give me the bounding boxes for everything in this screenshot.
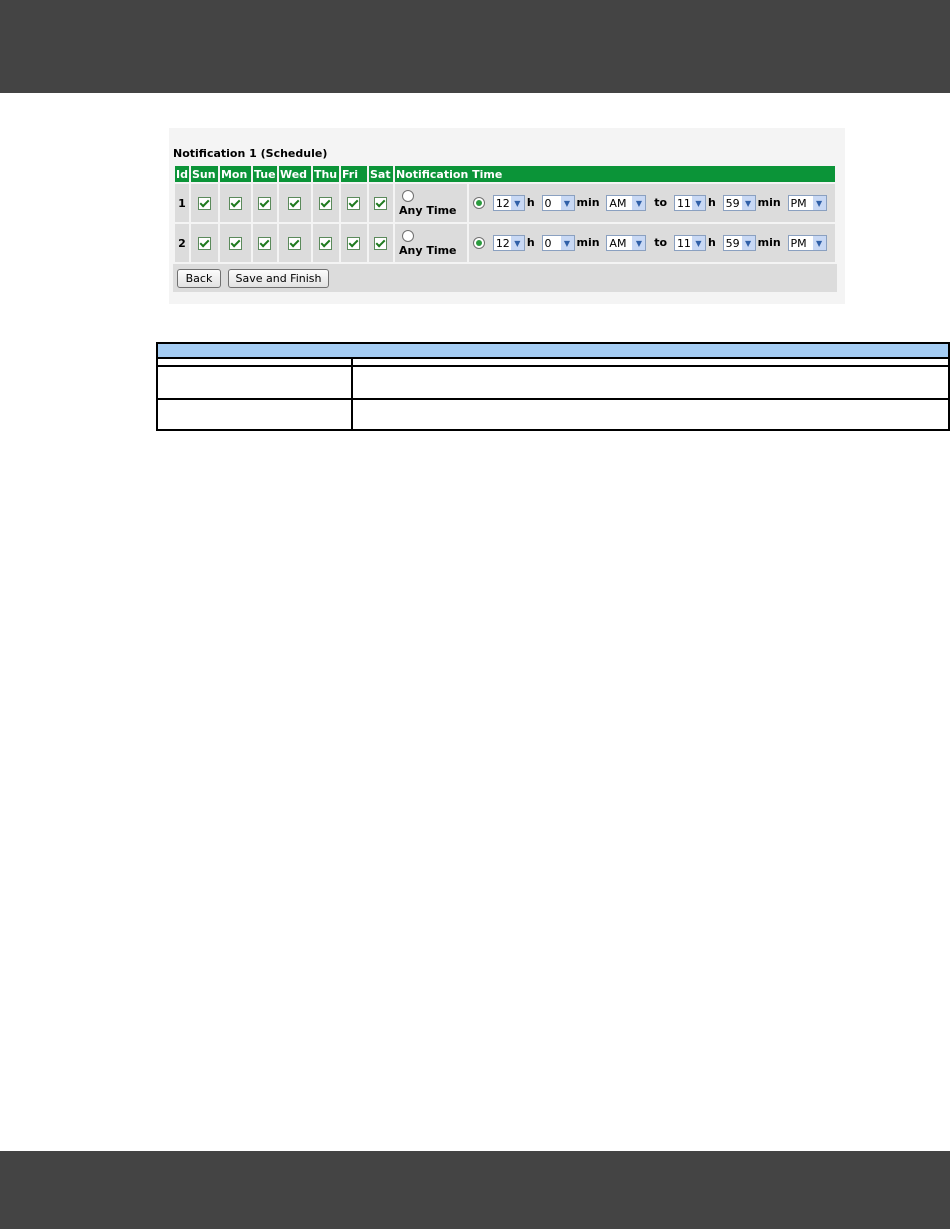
checkbox-fri[interactable] (347, 196, 361, 210)
col-id: Id (175, 166, 189, 182)
chevron-down-icon: ▼ (812, 196, 826, 210)
page-footer-bar (0, 1151, 950, 1229)
chevron-down-icon: ▼ (560, 196, 574, 210)
checkbox-mon[interactable] (228, 196, 242, 210)
any-time-label: Any Time (398, 243, 457, 257)
reference-cell (156, 357, 353, 367)
checkbox-wed[interactable] (288, 196, 302, 210)
checkbox-wed[interactable] (288, 236, 302, 250)
col-notification-time: Notification Time (394, 166, 835, 182)
page-header-bar (0, 0, 950, 93)
chevron-down-icon: ▼ (632, 196, 646, 210)
col-fri: Fri (340, 166, 367, 182)
checkbox-thu[interactable] (319, 236, 333, 250)
reference-cell (156, 398, 353, 431)
chevron-down-icon: ▼ (741, 196, 755, 210)
reference-table (156, 342, 950, 431)
checkbox-mon[interactable] (228, 236, 242, 250)
any-time-radio[interactable] (401, 189, 414, 202)
col-sat: Sat (368, 166, 393, 182)
chevron-down-icon: ▼ (632, 236, 646, 250)
reference-cell (351, 357, 950, 367)
schedule-panel: Notification 1 (Schedule) Id Sun Mon Tue… (169, 128, 845, 304)
reference-cell (351, 365, 950, 400)
chevron-down-icon: ▼ (691, 236, 705, 250)
end-ampm-select[interactable]: PM ▼ (787, 195, 827, 211)
checkbox-thu[interactable] (319, 196, 333, 210)
button-bar: Back Save and Finish (173, 264, 837, 292)
checkbox-sat[interactable] (374, 236, 388, 250)
chevron-down-icon: ▼ (510, 196, 524, 210)
end-hour-select[interactable]: 11 ▼ (673, 235, 706, 251)
start-ampm-select[interactable]: AM ▼ (606, 195, 647, 211)
chevron-down-icon: ▼ (691, 196, 705, 210)
col-mon: Mon (219, 166, 251, 182)
start-hour-select[interactable]: 12 ▼ (492, 195, 525, 211)
chevron-down-icon: ▼ (812, 236, 826, 250)
chevron-down-icon: ▼ (560, 236, 574, 250)
end-minute-select[interactable]: 59 ▼ (722, 195, 756, 211)
schedule-table: Id Sun Mon Tue Wed Thu Fri Sat Notificat… (173, 166, 837, 262)
start-minute-select[interactable]: 0 ▼ (541, 235, 575, 251)
panel-title: Notification 1 (Schedule) (173, 147, 328, 160)
checkbox-fri[interactable] (347, 236, 361, 250)
row-id: 2 (175, 222, 189, 262)
header-row: Id Sun Mon Tue Wed Thu Fri Sat Notificat… (175, 166, 835, 182)
end-hour-select[interactable]: 11 ▼ (673, 195, 706, 211)
chevron-down-icon: ▼ (741, 236, 755, 250)
checkbox-sun[interactable] (197, 196, 211, 210)
checkbox-tue[interactable] (258, 196, 272, 210)
reference-cell (351, 398, 950, 431)
col-thu: Thu (312, 166, 339, 182)
any-time-radio[interactable] (401, 229, 414, 242)
checkbox-sat[interactable] (374, 196, 388, 210)
start-hour-select[interactable]: 12 ▼ (492, 235, 525, 251)
chevron-down-icon: ▼ (510, 236, 524, 250)
start-minute-select[interactable]: 0 ▼ (541, 195, 575, 211)
any-time-label: Any Time (398, 203, 457, 217)
col-wed: Wed (278, 166, 311, 182)
end-minute-select[interactable]: 59 ▼ (722, 235, 756, 251)
reference-table-header (156, 342, 950, 359)
end-ampm-select[interactable]: PM ▼ (787, 235, 827, 251)
schedule-row-1: 1 Any Time 12 ▼ h 0 ▼ min AM ▼ to 11 ▼ h… (175, 182, 835, 222)
checkbox-sun[interactable] (197, 236, 211, 250)
save-and-finish-button[interactable]: Save and Finish (228, 269, 329, 288)
col-tue: Tue (252, 166, 277, 182)
start-ampm-select[interactable]: AM ▼ (606, 235, 647, 251)
checkbox-tue[interactable] (258, 236, 272, 250)
reference-cell (156, 365, 353, 400)
time-range-radio[interactable] (472, 197, 485, 209)
col-sun: Sun (190, 166, 218, 182)
row-id: 1 (175, 182, 189, 222)
schedule-row-2: 2 Any Time 12 ▼ h 0 ▼ min AM ▼ to 11 ▼ h… (175, 222, 835, 262)
back-button[interactable]: Back (177, 269, 221, 288)
time-range-radio[interactable] (472, 237, 485, 249)
